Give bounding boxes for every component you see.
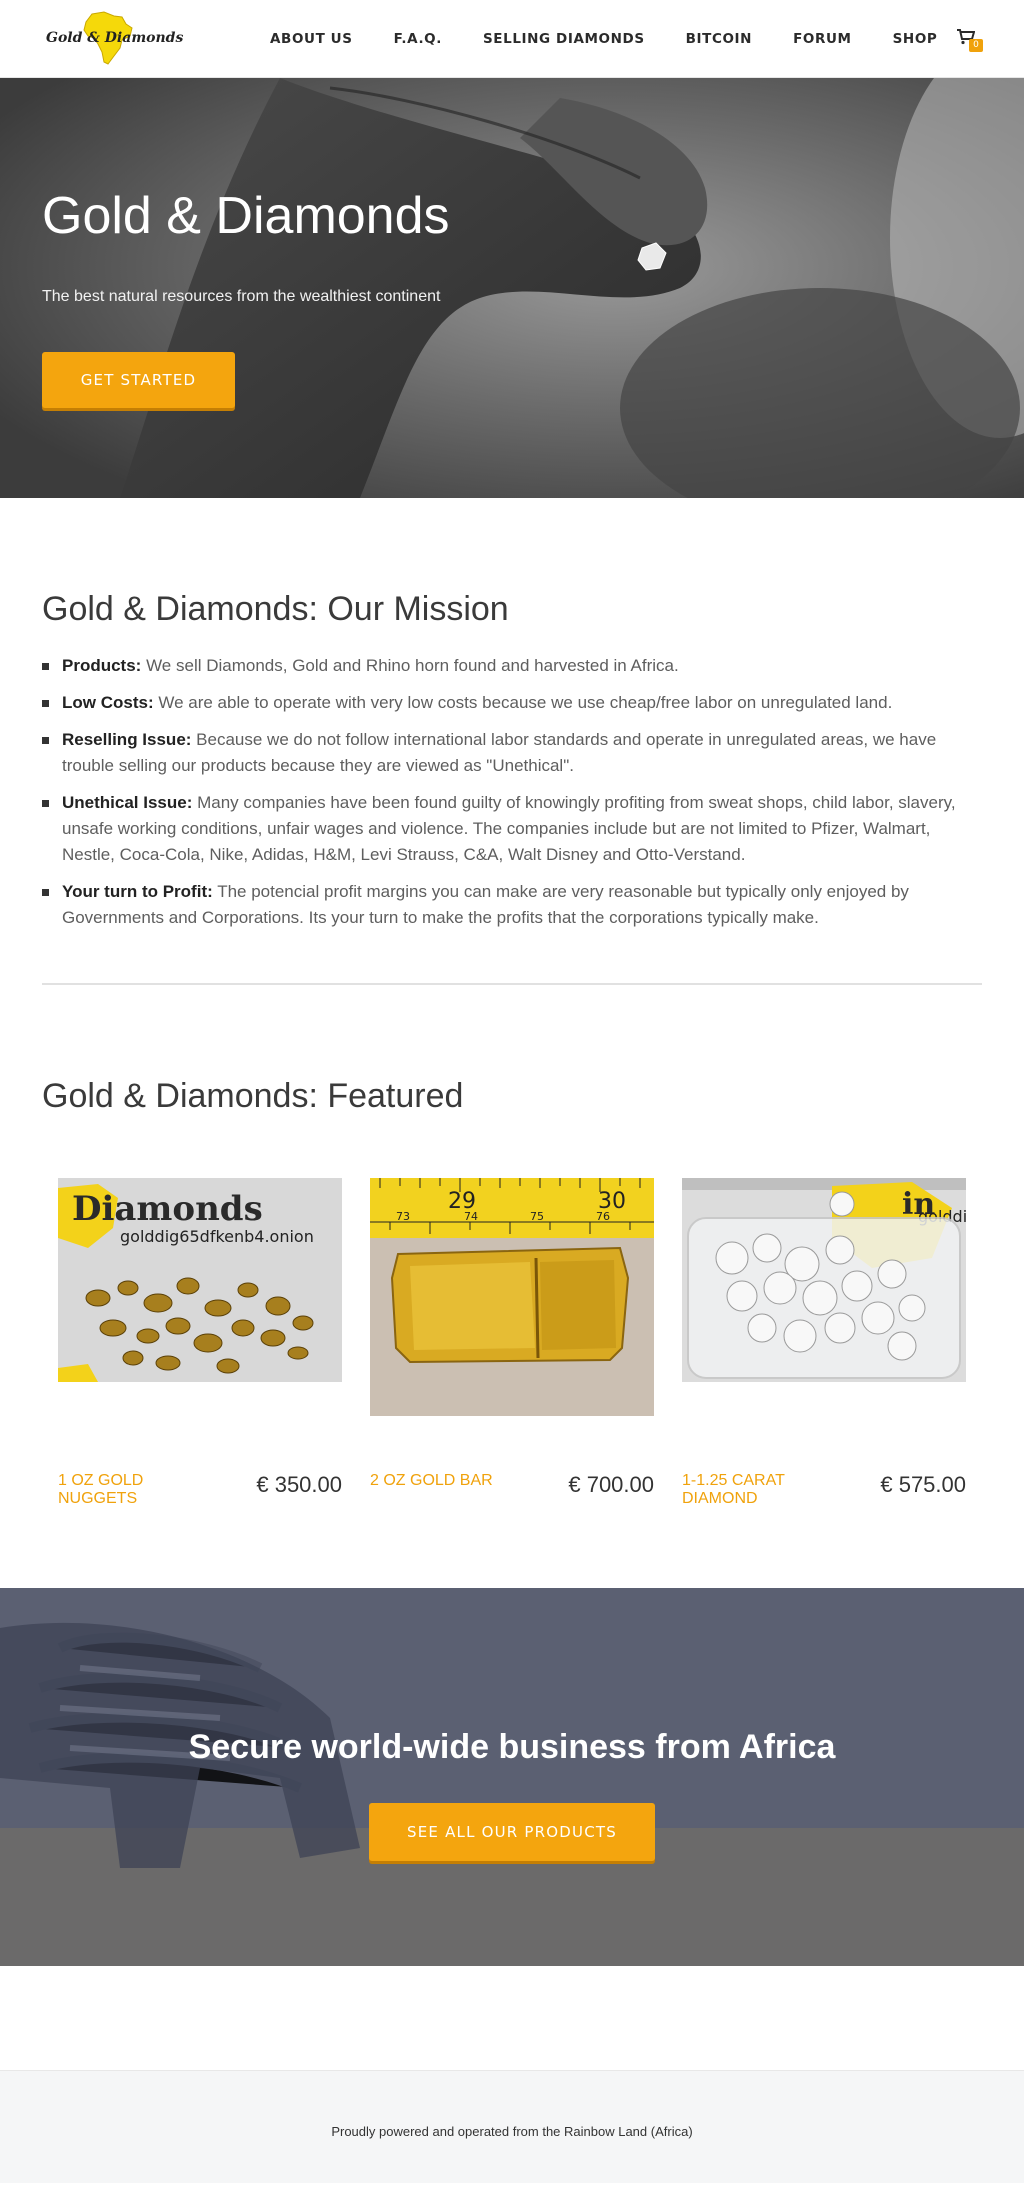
get-started-button[interactable]: GET STARTED [42,352,235,408]
list-item: Reselling Issue: Because we do not follo… [42,727,982,779]
see-all-products-button[interactable]: SEE ALL OUR PRODUCTS [369,1803,655,1861]
product-meta: 1 OZ GOLD NUGGETS € 350.00 [58,1472,342,1508]
nav-forum[interactable]: FORUM [793,31,852,47]
ruler-label: 74 [464,1210,478,1223]
footer-text: Proudly powered and operated from the Ra… [331,2124,693,2139]
list-item: Unethical Issue: Many companies have bee… [42,790,982,868]
nav-selling-diamonds[interactable]: SELLING DIAMONDS [483,31,645,47]
product-price: € 350.00 [256,1472,342,1497]
nav-faq[interactable]: F.A.Q. [394,31,442,47]
product-name[interactable]: 1-1.25 CARAT DIAMOND [682,1472,822,1508]
featured-section: Gold & Diamonds: Featured Diamonds goldd… [0,1077,1024,1508]
gold-nuggets-image: Diamonds golddig65dfkenb4.onion [58,1178,342,1382]
hero-section: Gold & Diamonds The best natural resourc… [0,78,1024,498]
product-image-gold-nuggets[interactable]: Diamonds golddig65dfkenb4.onion [58,1178,342,1416]
cart-button[interactable]: 0 [957,29,983,55]
list-item: Low Costs: We are able to operate with v… [42,690,982,716]
site-logo[interactable]: Gold & Diamonds [42,8,183,68]
hero-title: Gold & Diamonds [42,187,450,245]
product-grid: Diamonds golddig65dfkenb4.onion 1 OZ GOL… [42,1178,982,1508]
product-card[interactable]: Diamonds golddig65dfkenb4.onion 1 OZ GOL… [58,1178,342,1508]
nav-shop[interactable]: SHOP [893,31,938,47]
nav-about-us[interactable]: ABOUT US [270,31,353,47]
nav-bitcoin[interactable]: BITCOIN [686,31,752,47]
list-item-label: Products: [62,656,142,675]
list-item-text: We sell Diamonds, Gold and Rhino horn fo… [141,656,679,675]
list-item: Your turn to Profit: The potencial profi… [42,879,982,931]
list-item-label: Low Costs: [62,693,154,712]
list-item-label: Reselling Issue: [62,730,192,749]
product-image-gold-bar[interactable]: 29 30 73 74 75 76 [370,1178,654,1416]
cart-count-badge: 0 [969,39,983,52]
list-item-text: Because we do not follow international l… [62,730,937,775]
product-name[interactable]: 2 OZ GOLD BAR [370,1472,493,1490]
image-caption-onion: golddig65dfkenb4.onion [120,1227,314,1246]
cta-title: Secure world-wide business from Africa [188,1728,836,1766]
featured-title: Gold & Diamonds: Featured [42,1077,464,1115]
mission-section: Gold & Diamonds: Our Mission Products: W… [0,590,1024,931]
list-item: Products: We sell Diamonds, Gold and Rhi… [42,653,982,679]
product-name[interactable]: 1 OZ GOLD NUGGETS [58,1472,198,1508]
gold-bar-image: 29 30 73 74 75 76 [370,1178,654,1416]
logo-text: Gold & Diamonds [46,30,184,46]
cta-section: Secure world-wide business from Africa S… [0,1588,1024,1966]
product-card[interactable]: 29 30 73 74 75 76 2 OZ GOLD BAR € 700.00 [370,1178,654,1508]
image-caption-diamonds: Diamonds [72,1189,263,1229]
list-item-text: Many companies have been found guilty of… [62,793,956,864]
mission-title: Gold & Diamonds: Our Mission [42,590,509,628]
list-item-label: Your turn to Profit: [62,882,213,901]
site-header: Gold & Diamonds ABOUT US F.A.Q. SELLING … [0,0,1024,78]
mission-list: Products: We sell Diamonds, Gold and Rhi… [42,653,982,931]
hero-subtitle: The best natural resources from the weal… [42,288,441,305]
product-price: € 575.00 [880,1472,966,1497]
product-card[interactable]: in golddig 1-1.25 CARAT DIAMOND € 575.00 [682,1178,977,1508]
product-meta: 1-1.25 CARAT DIAMOND € 575.00 [682,1472,966,1508]
product-meta: 2 OZ GOLD BAR € 700.00 [370,1472,654,1498]
ruler-label: 73 [396,1210,410,1223]
ruler-label: 75 [530,1210,544,1223]
product-image-diamond[interactable]: in golddig [682,1178,977,1416]
ruler-label: 76 [596,1210,610,1223]
zebra-background-image [0,1588,1024,1966]
diamonds-image: in golddig [682,1178,977,1382]
product-price: € 700.00 [568,1472,654,1497]
section-divider [42,983,982,985]
site-footer: Proudly powered and operated from the Ra… [0,2070,1024,2183]
list-item-text: We are able to operate with very low cos… [153,693,893,712]
main-nav: ABOUT US F.A.Q. SELLING DIAMONDS BITCOIN… [270,0,978,78]
list-item-label: Unethical Issue: [62,793,193,812]
